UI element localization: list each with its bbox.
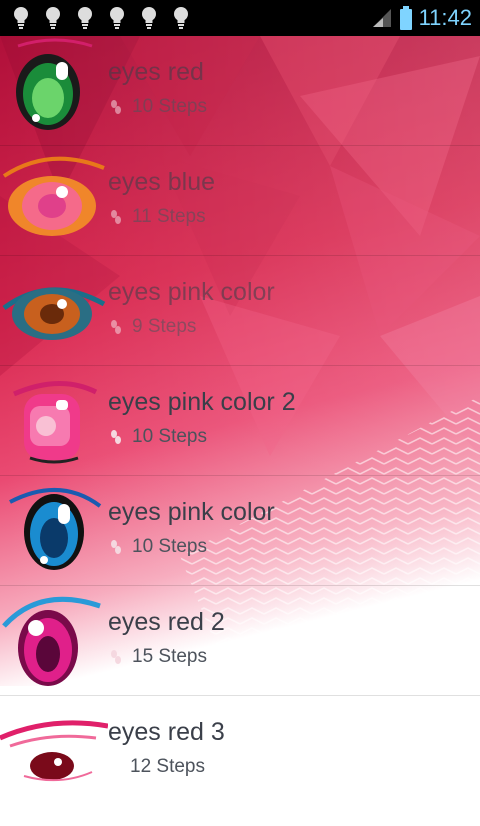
item-steps-label: 10 Steps — [132, 536, 207, 557]
item-steps: 12 Steps — [108, 756, 205, 778]
item-steps: 10 Steps — [108, 536, 207, 558]
list-item[interactable]: eyes blue 11 Steps — [0, 146, 480, 256]
lightbulb-icon — [142, 7, 156, 29]
list-item[interactable]: eyes pink color 10 Steps — [0, 476, 480, 586]
item-steps: 10 Steps — [108, 426, 207, 448]
status-indicators: 11:42 — [371, 5, 472, 31]
item-steps-label: 9 Steps — [132, 316, 197, 337]
lightbulb-icon — [14, 7, 28, 29]
item-title: eyes pink color 2 — [108, 388, 296, 416]
signal-icon — [372, 9, 391, 27]
item-steps: 15 Steps — [108, 646, 207, 668]
lightbulb-icon — [110, 7, 124, 29]
item-steps-label: 10 Steps — [132, 426, 207, 447]
item-title: eyes red 2 — [108, 608, 225, 636]
anime-eye-orange-icon — [2, 156, 105, 236]
notification-icons — [12, 5, 190, 31]
anime-eye-pink-icon — [13, 381, 98, 464]
list-item[interactable]: eyes pink color 2 10 Steps — [0, 366, 480, 476]
item-steps: 10 Steps — [108, 96, 207, 118]
anime-eye-red-icon — [0, 720, 108, 782]
anime-eye-magenta-icon — [2, 596, 101, 686]
anime-eye-blue-icon — [9, 487, 102, 570]
item-steps: 9 Steps — [108, 316, 196, 338]
list-item[interactable]: eyes red 10 Steps — [0, 36, 480, 146]
item-title: eyes pink color — [108, 498, 275, 526]
lightbulb-icon — [78, 7, 92, 29]
footprint-icon — [111, 320, 121, 334]
item-title: eyes pink color — [108, 278, 275, 306]
footprint-icon — [111, 650, 121, 664]
item-steps-label: 11 Steps — [132, 206, 206, 227]
footprint-icon — [111, 430, 121, 444]
item-steps-label: 10 Steps — [132, 96, 207, 117]
list-item[interactable]: eyes red 2 15 Steps — [0, 586, 480, 696]
item-steps-label: 12 Steps — [130, 756, 205, 777]
item-steps-label: 15 Steps — [132, 646, 207, 667]
tutorial-list: eyes red 10 Steps eyes blue 11 Steps eye… — [0, 36, 480, 805]
app-screen: 11:42 eyes red 10 Steps eyes blue 11 Ste… — [0, 0, 480, 826]
footprint-icon — [111, 540, 121, 554]
anime-eye-green-icon — [16, 38, 93, 130]
item-title: eyes blue — [108, 168, 216, 196]
lightbulb-icon — [46, 7, 60, 29]
anime-eye-brown-icon — [2, 287, 106, 340]
clock: 11:42 — [418, 5, 472, 30]
footprint-icon — [111, 100, 121, 114]
status-bar: 11:42 — [0, 0, 480, 36]
list-item[interactable]: eyes red 3 12 Steps — [0, 696, 480, 805]
item-title: eyes red 3 — [108, 718, 225, 746]
list-item[interactable]: eyes pink color 9 Steps — [0, 256, 480, 366]
item-title: eyes red — [108, 58, 204, 86]
lightbulb-icon — [174, 7, 188, 29]
item-steps: 11 Steps — [108, 206, 206, 228]
footprint-icon — [111, 210, 121, 224]
battery-icon — [399, 6, 412, 30]
